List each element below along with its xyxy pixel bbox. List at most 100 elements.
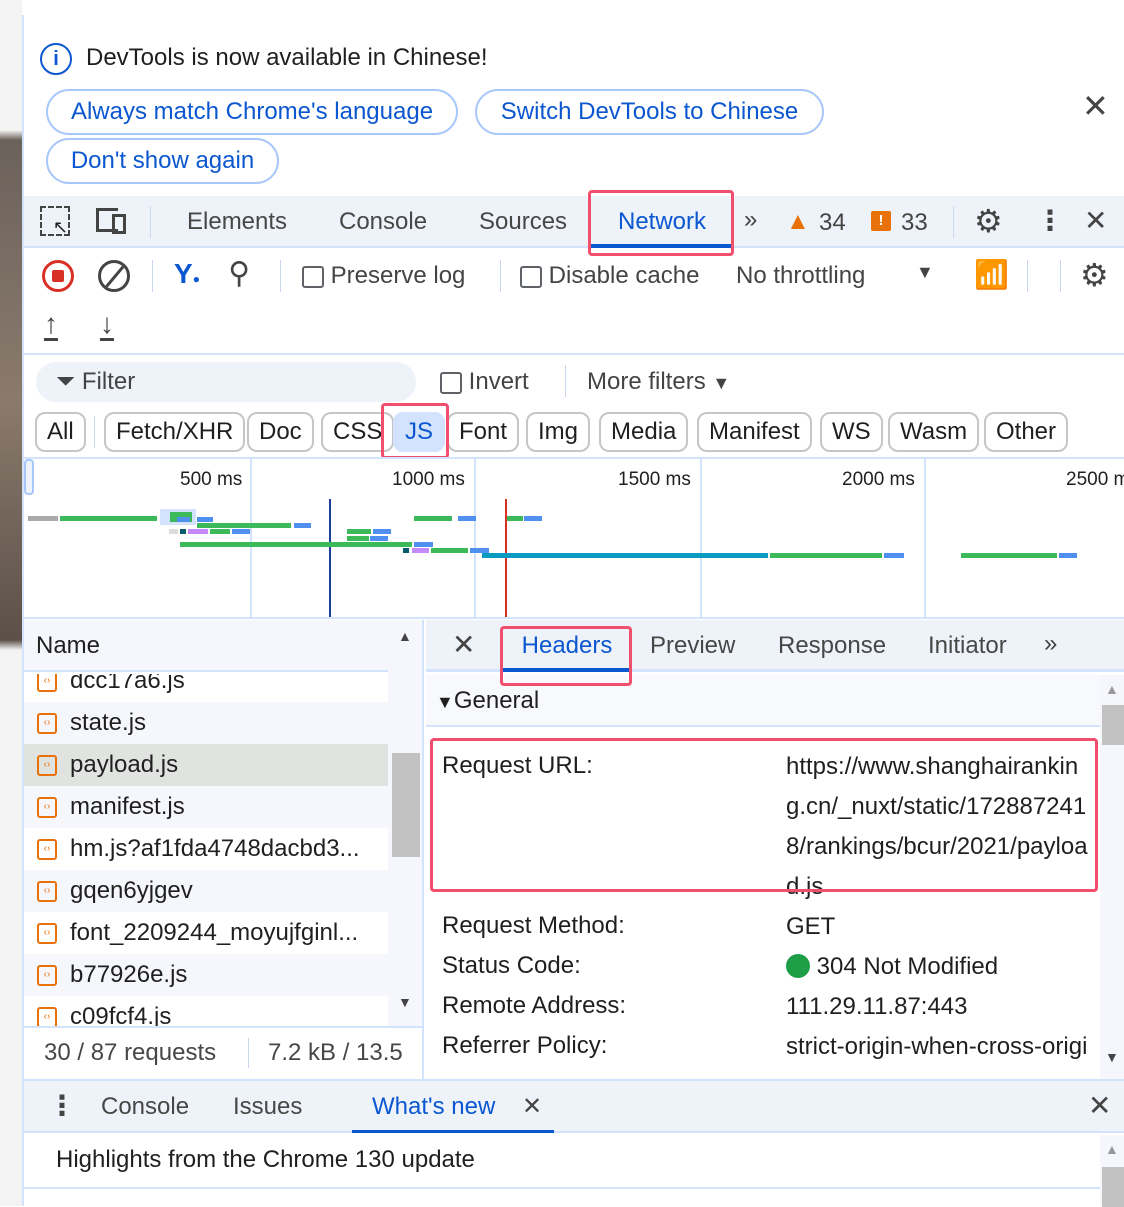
timeline-left-handle[interactable] xyxy=(24,459,34,495)
disable-cache-checkbox[interactable]: Disable cache xyxy=(520,262,699,290)
request-row[interactable]: ‹› manifest.js xyxy=(24,786,388,828)
request-name: gqen6yjgev xyxy=(70,877,193,904)
close-banner-icon[interactable]: ✕ xyxy=(1082,87,1109,125)
device-toolbar-icon[interactable] xyxy=(96,208,130,234)
request-name: font_2209244_moyujfginl... xyxy=(70,919,359,946)
close-tab-icon[interactable]: ✕ xyxy=(522,1081,542,1133)
preserve-log-checkbox[interactable]: Preserve log xyxy=(302,262,465,290)
warning-count[interactable]: 34 xyxy=(819,209,846,237)
scroll-up-icon[interactable]: ▲ xyxy=(1105,681,1119,697)
details-scrollbar[interactable]: ▲ ▼ xyxy=(1100,675,1124,1079)
main-tab-bar: ↖ Elements Console Sources Network » ▲ 3… xyxy=(24,196,1124,248)
scrollbar-thumb[interactable] xyxy=(1102,1167,1124,1207)
request-row[interactable]: ‹› gqen6yjgev xyxy=(24,870,388,912)
referrer-policy-label: Referrer Policy: xyxy=(442,1032,608,1059)
filter-icon[interactable]: Y● xyxy=(174,258,200,290)
filter-input[interactable]: ⏷ Filter xyxy=(36,362,416,402)
invert-label: Invert xyxy=(468,368,529,395)
request-row-selected[interactable]: ‹› payload.js xyxy=(24,744,388,786)
drawer-tab-label: What's new xyxy=(372,1093,496,1120)
invert-checkbox[interactable]: Invert xyxy=(440,368,529,396)
request-row[interactable]: ‹› b77926e.js xyxy=(24,954,388,996)
script-icon: ‹› xyxy=(37,965,57,986)
network-settings-icon[interactable]: ⚙ xyxy=(1080,256,1109,294)
more-options-icon[interactable]: ⋮ xyxy=(1036,204,1064,237)
export-har-icon[interactable]: ↓ xyxy=(100,310,114,341)
tab-console[interactable]: Console xyxy=(339,196,427,248)
drawer-scrollbar[interactable]: ▲ xyxy=(1100,1135,1124,1207)
search-icon[interactable]: ⚲ xyxy=(228,256,250,291)
type-other[interactable]: Other xyxy=(984,412,1069,452)
request-row[interactable]: ‹› hm.js?af1fda4748dacbd3... xyxy=(24,828,388,870)
type-ws[interactable]: WS xyxy=(820,412,883,452)
type-wasm[interactable]: Wasm xyxy=(888,412,980,452)
tab-preview[interactable]: Preview xyxy=(650,620,735,672)
more-tabs-icon[interactable]: » xyxy=(744,206,757,234)
warning-icon[interactable]: ▲ xyxy=(786,208,810,236)
requests-list: ‹› dcc17a6.js ‹› state.js ‹› payload.js ‹› m… xyxy=(24,674,388,1026)
script-icon: ‹› xyxy=(37,713,57,734)
tab-elements[interactable]: Elements xyxy=(187,196,287,248)
more-tabs-icon[interactable]: » xyxy=(1044,630,1057,658)
type-doc[interactable]: Doc xyxy=(247,412,314,452)
type-img[interactable]: Img xyxy=(526,412,591,452)
switch-to-chinese-button[interactable]: Switch DevTools to Chinese xyxy=(475,89,824,135)
remote-address-label: Remote Address: xyxy=(442,992,627,1019)
clear-icon[interactable] xyxy=(98,260,130,292)
import-har-icon[interactable]: ↑ xyxy=(44,310,58,341)
timeline-overview[interactable]: 500 ms 1000 ms 1500 ms 2000 ms 2500 ms xyxy=(24,457,1124,619)
scroll-up-icon[interactable]: ▲ xyxy=(398,628,412,644)
request-name: payload.js xyxy=(70,751,179,778)
tab-response[interactable]: Response xyxy=(778,620,886,672)
drawer-tab-console[interactable]: Console xyxy=(101,1081,189,1133)
requests-scrollbar[interactable]: ▲ ▼ xyxy=(388,620,422,1026)
scrollbar-thumb[interactable] xyxy=(1102,705,1124,745)
type-font[interactable]: Font xyxy=(447,412,520,452)
info-icon: i xyxy=(40,43,72,75)
drawer-tab-whats-new[interactable]: What's new ✕ xyxy=(352,1081,554,1133)
chevron-down-icon: ▼ xyxy=(916,262,934,282)
request-method-value: GET xyxy=(786,913,836,940)
request-row[interactable]: ‹› dcc17a6.js xyxy=(24,674,388,702)
drawer-tab-bar: ⋮ Console Issues What's new ✕ ✕ xyxy=(24,1079,1124,1133)
more-filters-dropdown[interactable]: More filters ▼ xyxy=(587,368,730,396)
scroll-down-icon[interactable]: ▼ xyxy=(1105,1049,1119,1065)
triangle-down-icon: ▼ xyxy=(436,692,454,712)
scroll-down-icon[interactable]: ▼ xyxy=(398,994,412,1010)
network-conditions-icon[interactable]: 📶 xyxy=(974,258,1009,291)
network-toolbar: Y● ⚲ Preserve log Disable cache No throt… xyxy=(24,250,1124,355)
type-all[interactable]: All xyxy=(35,412,86,452)
request-name: dcc17a6.js xyxy=(70,674,185,694)
throttling-select[interactable]: No throttling ▼ xyxy=(736,262,936,290)
preserve-log-label: Preserve log xyxy=(330,262,466,289)
tab-sources[interactable]: Sources xyxy=(479,196,567,248)
status-dot-icon xyxy=(786,954,810,978)
record-icon[interactable] xyxy=(42,260,74,292)
scroll-up-icon[interactable]: ▲ xyxy=(1105,1141,1119,1157)
close-details-icon[interactable]: ✕ xyxy=(452,628,475,661)
devtools-panel: i DevTools is now available in Chinese! … xyxy=(22,15,1124,1207)
error-icon[interactable]: ! xyxy=(871,211,891,231)
requests-panel: Name ‹› dcc17a6.js ‹› state.js ‹› payload.j… xyxy=(24,620,424,1079)
scrollbar-thumb[interactable] xyxy=(392,753,420,857)
drawer-tab-issues[interactable]: Issues xyxy=(233,1081,302,1133)
name-column-header[interactable]: Name xyxy=(24,620,388,672)
type-media[interactable]: Media xyxy=(599,412,689,452)
always-match-language-button[interactable]: Always match Chrome's language xyxy=(46,89,458,135)
highlight-request-url xyxy=(430,738,1098,892)
highlight-headers-tab xyxy=(500,626,632,686)
close-drawer-icon[interactable]: ✕ xyxy=(1088,1089,1111,1122)
request-row[interactable]: ‹› font_2209244_moyujfginl... xyxy=(24,912,388,954)
error-count[interactable]: 33 xyxy=(901,209,928,237)
dont-show-again-button[interactable]: Don't show again xyxy=(46,138,279,184)
tab-initiator[interactable]: Initiator xyxy=(928,620,1007,672)
request-row[interactable]: ‹› c09fcf4.js xyxy=(24,996,388,1026)
throttling-value: No throttling xyxy=(736,262,866,289)
request-row[interactable]: ‹› state.js xyxy=(24,702,388,744)
inspect-element-icon[interactable]: ↖ xyxy=(40,206,70,237)
settings-icon[interactable]: ⚙ xyxy=(974,202,1003,240)
close-devtools-icon[interactable]: ✕ xyxy=(1084,204,1107,237)
drawer-menu-icon[interactable]: ⋮ xyxy=(48,1089,76,1122)
type-manifest[interactable]: Manifest xyxy=(697,412,812,452)
type-fetch-xhr[interactable]: Fetch/XHR xyxy=(104,412,246,452)
